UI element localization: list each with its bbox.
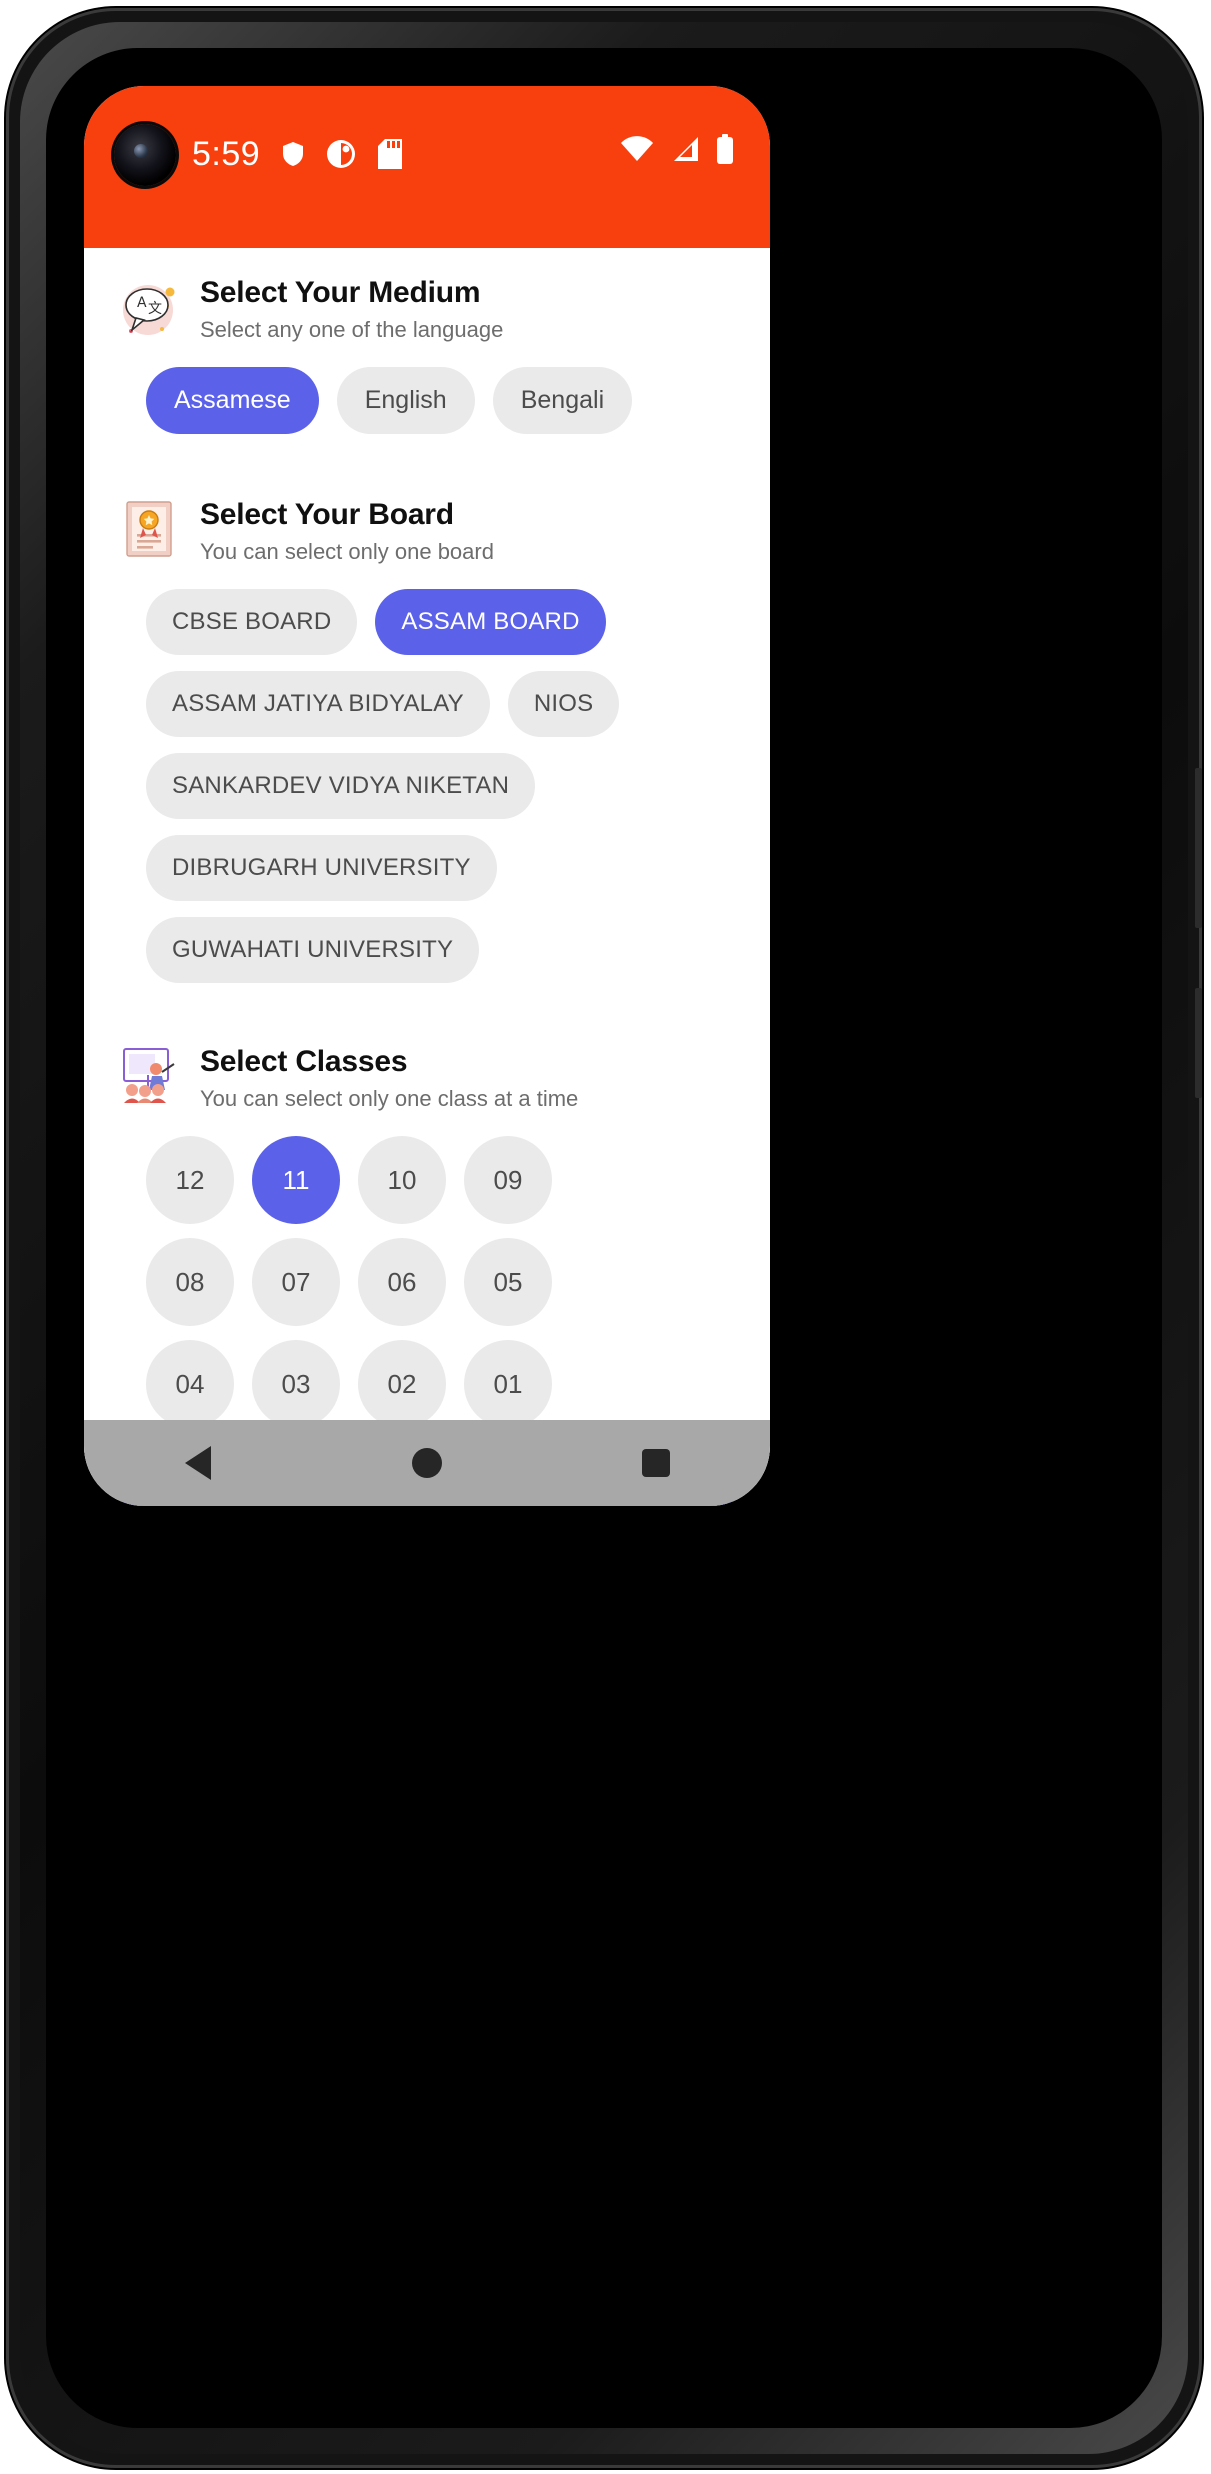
board-chip-guwahati-university[interactable]: GUWAHATI UNIVERSITY [146, 917, 480, 983]
android-navigation-bar [84, 1420, 770, 1506]
nav-home-button[interactable] [367, 1448, 487, 1478]
front-camera-punch-hole [114, 124, 176, 186]
app-content: A 文 Select Your Medium Select any one of… [84, 248, 770, 1506]
battery-icon [717, 134, 733, 164]
class-options: 12 11 10 09 08 07 06 05 04 03 02 01 [108, 1114, 578, 1428]
medium-chip-assamese[interactable]: Assamese [146, 367, 319, 434]
clock-icon [327, 140, 356, 168]
section-board: Select Your Board You can select only on… [84, 496, 770, 983]
phone-screen: 5:59 A 文 Select Your Medium Select any o… [84, 86, 770, 1506]
class-button-09[interactable]: 09 [464, 1136, 552, 1224]
board-header-text: Select Your Board You can select only on… [200, 496, 494, 567]
section-medium: A 文 Select Your Medium Select any one of… [84, 274, 770, 434]
translate-icon: A 文 [118, 276, 180, 338]
board-header: Select Your Board You can select only on… [108, 496, 746, 567]
status-bar-left: 5:59 [192, 132, 403, 176]
board-chip-assam-jatiya-bidyalay[interactable]: ASSAM JATIYA BIDYALAY [146, 671, 490, 737]
phone-frame: 5:59 A 文 Select Your Medium Select any o… [6, 8, 1202, 2468]
classes-header: Select Classes You can select only one c… [108, 1043, 746, 1114]
power-button[interactable] [1195, 988, 1202, 1098]
medium-header: A 文 Select Your Medium Select any one of… [108, 274, 746, 345]
board-title: Select Your Board [200, 498, 454, 531]
board-options: CBSE BOARD ASSAM BOARD ASSAM JATIYA BIDY… [108, 567, 746, 983]
nav-back-button[interactable] [138, 1446, 258, 1480]
phone-inner-bezel: 5:59 A 文 Select Your Medium Select any o… [46, 48, 1162, 2428]
phone-bevel: 5:59 A 文 Select Your Medium Select any o… [20, 22, 1188, 2454]
class-button-02[interactable]: 02 [358, 1340, 446, 1428]
svg-text:A: A [137, 295, 147, 311]
status-bar-right [620, 134, 734, 164]
class-button-05[interactable]: 05 [464, 1238, 552, 1326]
medium-subtitle: Select any one of the language [200, 317, 504, 342]
class-button-08[interactable]: 08 [146, 1238, 234, 1326]
class-button-04[interactable]: 04 [146, 1340, 234, 1428]
badge-icon [283, 142, 304, 166]
board-chip-cbse[interactable]: CBSE BOARD [146, 589, 358, 655]
certificate-icon [118, 498, 180, 560]
class-button-11[interactable]: 11 [252, 1136, 340, 1224]
nav-recents-button[interactable] [596, 1449, 716, 1477]
medium-header-text: Select Your Medium Select any one of the… [200, 274, 503, 345]
board-chip-assam[interactable]: ASSAM BOARD [375, 589, 606, 655]
board-chip-dibrugarh-university[interactable]: DIBRUGARH UNIVERSITY [146, 835, 497, 901]
svg-text:文: 文 [148, 301, 162, 317]
volume-button[interactable] [1195, 768, 1202, 928]
section-classes: Select Classes You can select only one c… [84, 1043, 770, 1428]
sd-card-icon [378, 139, 403, 169]
classes-header-text: Select Classes You can select only one c… [200, 1043, 578, 1114]
status-bar-clock: 5:59 [192, 135, 261, 173]
board-subtitle: You can select only one board [200, 539, 494, 564]
class-button-03[interactable]: 03 [252, 1340, 340, 1428]
home-icon [411, 1448, 442, 1478]
medium-chip-english[interactable]: English [336, 367, 475, 434]
class-button-01[interactable]: 01 [464, 1340, 552, 1428]
class-button-12[interactable]: 12 [146, 1136, 234, 1224]
classes-subtitle: You can select only one class at a time [200, 1086, 579, 1111]
wifi-icon [621, 136, 653, 161]
screenshot-canvas: 5:59 A 文 Select Your Medium Select any o… [0, 0, 1211, 2474]
recents-icon [641, 1449, 670, 1477]
board-chip-sankardev[interactable]: SANKARDEV VIDYA NIKETAN [146, 753, 536, 819]
classes-title: Select Classes [200, 1045, 408, 1078]
class-button-06[interactable]: 06 [358, 1238, 446, 1326]
signal-icon [674, 137, 698, 161]
class-button-07[interactable]: 07 [252, 1238, 340, 1326]
medium-title: Select Your Medium [200, 276, 481, 309]
back-icon [185, 1446, 212, 1480]
board-chip-nios[interactable]: NIOS [507, 671, 620, 737]
classroom-presentation-icon [118, 1045, 180, 1107]
medium-options: Assamese English Bengali [108, 345, 746, 434]
medium-chip-bengali[interactable]: Bengali [492, 367, 633, 434]
class-button-10[interactable]: 10 [358, 1136, 446, 1224]
status-bar: 5:59 [84, 86, 770, 248]
